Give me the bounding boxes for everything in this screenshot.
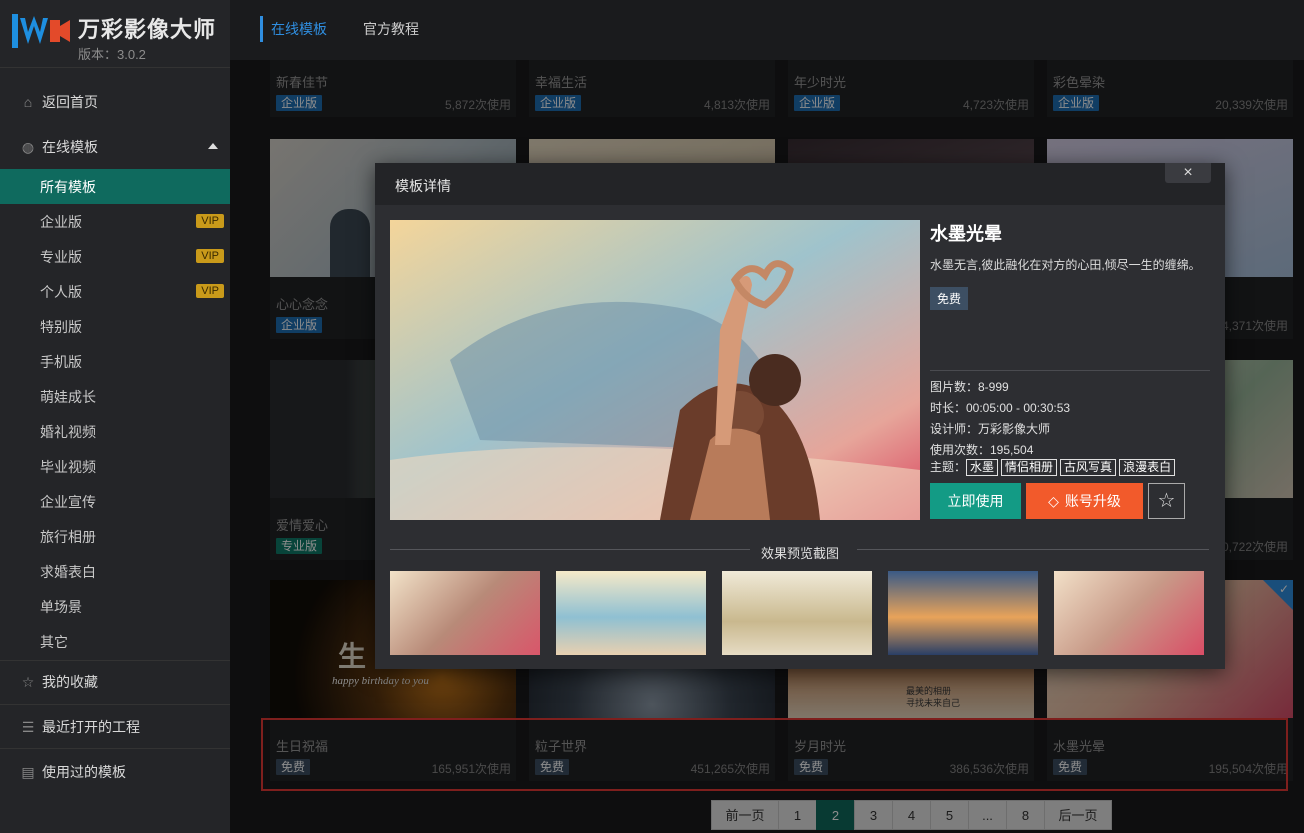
sidebar-recent-label: 最近打开的工程 [42, 719, 140, 735]
preview-image [390, 220, 920, 520]
sidebar-subitem[interactable]: 企业版 VIP [0, 204, 230, 239]
use-count: 使用次数：195,504 [930, 443, 1034, 457]
sidebar-subitem-label: 特别版 [40, 318, 82, 335]
vip-badge: VIP [196, 214, 224, 228]
preview-screenshot[interactable] [390, 571, 540, 655]
divider [930, 370, 1210, 371]
close-icon[interactable]: × [1165, 163, 1211, 183]
sidebar-item-home[interactable]: ⌂ 返回首页 [0, 80, 230, 124]
sidebar-subitem[interactable]: 单场景 [0, 589, 230, 624]
preview-screenshot[interactable] [722, 571, 872, 655]
app-window: 万彩影像大师 版本：3.0.2 ⌂ 返回首页 ◍ 在线模板 所有模板企业版 VIP… [0, 0, 1304, 833]
sidebar-used-label: 使用过的模板 [42, 764, 126, 780]
tab-bar: 在线模板 官方教程 [260, 16, 447, 42]
sidebar-online-label: 在线模板 [42, 139, 98, 155]
sidebar-subitem-label: 专业版 [40, 248, 82, 265]
template-detail-modal: 模板详情 × 水墨光晕 水墨无言,彼此融化在对方的心田,倾尽一生的缠绵。 免费 … [375, 163, 1225, 669]
template-info: 水墨光晕 水墨无言,彼此融化在对方的心田,倾尽一生的缠绵。 免费 图片数：8-9… [930, 220, 1215, 519]
layers-icon: ☰ [21, 719, 35, 735]
duration: 时长：00:05:00 - 00:30:53 [930, 401, 1071, 415]
theme-tag[interactable]: 古风写真 [1060, 459, 1117, 476]
sidebar-subitem-label: 企业版 [40, 213, 82, 230]
use-now-button[interactable]: 立即使用 [930, 483, 1021, 519]
theme-label: 主题： [930, 460, 967, 474]
theme-tag[interactable]: 浪漫表白 [1119, 459, 1176, 476]
sidebar-subitem-label: 所有模板 [40, 178, 96, 195]
upgrade-account-button[interactable]: ◇ 账号升级 [1026, 483, 1143, 519]
preview-screenshot[interactable] [1054, 571, 1204, 655]
sidebar-subitem[interactable]: 手机版 [0, 344, 230, 379]
sidebar-subitem[interactable]: 企业宣传 [0, 484, 230, 519]
designer: 设计师：万彩影像大师 [930, 422, 1051, 436]
sidebar-subitem-label: 毕业视频 [40, 458, 96, 475]
globe-icon: ◍ [21, 139, 35, 155]
sidebar-subitem[interactable]: 特别版 [0, 309, 230, 344]
template-preview-video[interactable] [390, 220, 920, 520]
theme-tag[interactable]: 情侣相册 [1001, 459, 1058, 476]
app-name: 万彩影像大师 [78, 17, 217, 42]
sidebar-home-label: 返回首页 [42, 94, 98, 110]
template-name: 水墨光晕 [930, 224, 1002, 244]
favorite-star-icon[interactable]: ☆ [1148, 483, 1185, 519]
sidebar-subitem[interactable]: 专业版 VIP [0, 239, 230, 274]
tab-online-templates[interactable]: 在线模板 [260, 16, 335, 42]
theme-row: 主题： 水墨 情侣相册 古风写真 浪漫表白 [930, 458, 1178, 476]
star-icon: ☆ [21, 674, 35, 690]
sidebar-subitem[interactable]: 婚礼视频 [0, 414, 230, 449]
sidebar-subitem-label: 单场景 [40, 598, 82, 615]
app-version: 版本：3.0.2 [78, 47, 146, 62]
sidebar-subitem[interactable]: 萌娃成长 [0, 379, 230, 414]
app-logo-area: 万彩影像大师 版本：3.0.2 [0, 0, 230, 68]
sidebar-item-favorites[interactable]: ☆ 我的收藏 [0, 660, 230, 704]
sidebar-subitem-label: 婚礼视频 [40, 423, 96, 440]
theme-tag[interactable]: 水墨 [966, 459, 999, 476]
tab-official-tutorials[interactable]: 官方教程 [355, 16, 427, 42]
sidebar-subitem-label: 企业宣传 [40, 493, 96, 510]
sidebar-subitem[interactable]: 所有模板 [0, 169, 230, 204]
modal-header: 模板详情 × [375, 163, 1225, 205]
sidebar-subitem[interactable]: 毕业视频 [0, 449, 230, 484]
sidebar-subitem[interactable]: 求婚表白 [0, 554, 230, 589]
divider [0, 748, 230, 749]
sidebar-item-online-templates[interactable]: ◍ 在线模板 [0, 125, 230, 169]
sidebar-subitem-label: 旅行相册 [40, 528, 96, 545]
sidebar-favorites-label: 我的收藏 [42, 674, 98, 690]
sidebar-subitem-label: 其它 [40, 633, 68, 650]
logo-icon [12, 14, 70, 48]
preview-screenshot[interactable] [888, 571, 1038, 655]
document-icon: ▤ [21, 764, 35, 780]
sidebar-subitem-label: 手机版 [40, 353, 82, 370]
sidebar-subitem[interactable]: 其它 [0, 624, 230, 659]
pic-count: 图片数：8-999 [930, 380, 1009, 394]
price-badge: 免费 [930, 287, 969, 310]
upgrade-label: 账号升级 [1064, 493, 1121, 509]
vip-badge: VIP [196, 249, 224, 263]
sidebar-subitem-label: 萌娃成长 [40, 388, 96, 405]
sidebar-subitem-label: 求婚表白 [40, 563, 96, 580]
diamond-icon: ◇ [1048, 493, 1059, 509]
vip-badge: VIP [196, 284, 224, 298]
sidebar-item-used-templates[interactable]: ▤ 使用过的模板 [0, 750, 230, 794]
preview-screenshot[interactable] [556, 571, 706, 655]
modal-title: 模板详情 [395, 178, 451, 194]
sidebar-item-recent-projects[interactable]: ☰ 最近打开的工程 [0, 705, 230, 749]
home-icon: ⌂ [23, 94, 33, 110]
sidebar-subitem[interactable]: 个人版 VIP [0, 274, 230, 309]
sidebar: 万彩影像大师 版本：3.0.2 ⌂ 返回首页 ◍ 在线模板 所有模板企业版 VIP… [0, 0, 230, 833]
preview-section-title: 效果预览截图 [760, 546, 839, 561]
collapse-arrow-icon[interactable] [208, 143, 218, 149]
template-description: 水墨无言,彼此融化在对方的心田,倾尽一生的缠绵。 [930, 258, 1201, 272]
sidebar-subitem-label: 个人版 [40, 283, 82, 300]
sidebar-subitem[interactable]: 旅行相册 [0, 519, 230, 554]
